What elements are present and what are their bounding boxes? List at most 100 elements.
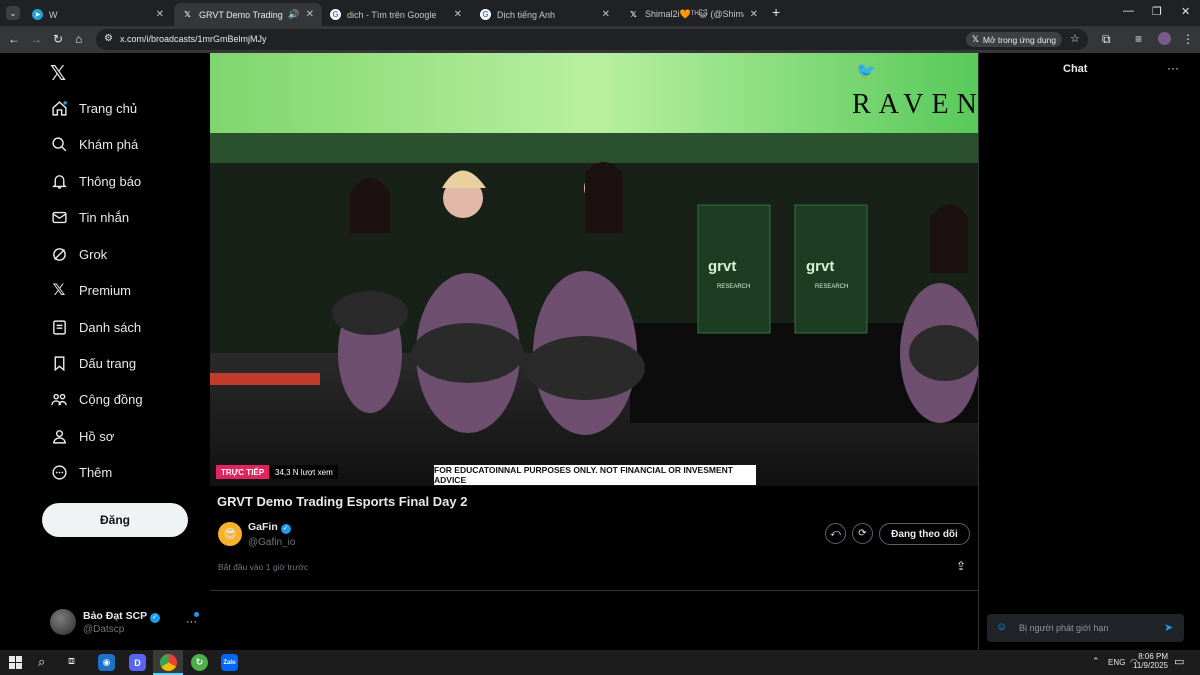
account-switcher[interactable]: Bảo Đạt SCP ✓ @Datscp ··· <box>50 609 210 639</box>
browser-tab-3[interactable]: G dich - Tìm trên Google ✕ <box>322 3 470 26</box>
notification-dot <box>194 612 199 617</box>
notification-center-icon[interactable]: ▭ <box>1174 655 1184 668</box>
tab-title: Dịch tiếng Anh <box>497 9 556 20</box>
more-dots-icon[interactable]: ··· <box>186 616 197 628</box>
nav-more[interactable]: Thêm <box>50 463 112 481</box>
share-icon[interactable]: ⇪ <box>956 559 966 573</box>
home-icon[interactable]: ⌂ <box>75 32 82 46</box>
open-in-app-button[interactable]: 𝕏 Mở trong ứng dụng <box>966 32 1063 47</box>
close-icon[interactable]: ✕ <box>454 9 462 20</box>
banner-sub-1: RESEARCH <box>717 284 751 290</box>
windows-start-icon[interactable] <box>9 656 22 669</box>
nav-communities[interactable]: Cộng đồng <box>50 390 143 408</box>
nav-label: Cộng đồng <box>79 391 143 407</box>
browser-tab-5[interactable]: 𝕏 Shimal2i🧡ᵀᴴ😺 (@Shimal2i_ ✕ <box>620 3 766 26</box>
close-icon[interactable]: ✕ <box>156 9 164 20</box>
list-icon <box>50 318 68 336</box>
clip-button[interactable]: ⤺ <box>825 523 846 544</box>
more-dots-icon[interactable]: ··· <box>1167 61 1179 75</box>
tray-chevron-icon[interactable]: ⌃ <box>1092 656 1100 667</box>
disclaimer-banner: FOR EDUCATOINNAL PURPOSES ONLY. NOT FINA… <box>434 465 756 485</box>
nav-premium[interactable]: 𝕏 Premium <box>50 281 131 299</box>
nav-explore[interactable]: Khám phá <box>50 135 138 153</box>
browser-toolbar: ← → ↻ ⌂ ⚙ x.com/i/broadcasts/1mrGmBelmjM… <box>0 26 1200 53</box>
site-info-icon[interactable]: ⚙ <box>104 33 113 44</box>
x-icon: 𝕏 <box>972 34 979 44</box>
notify-button[interactable]: ⟳ <box>852 523 873 544</box>
app-green-icon[interactable]: ↻ <box>191 654 208 671</box>
menu-icon[interactable]: ⋮ <box>1182 32 1194 46</box>
clip-icon: ⤺ <box>830 528 841 539</box>
media-control-icon[interactable]: ≡ <box>1135 32 1142 46</box>
app-edge-icon[interactable]: ◉ <box>98 654 115 671</box>
x-logo-icon[interactable]: 𝕏 <box>50 61 66 86</box>
task-view-icon[interactable]: ⧈ <box>68 655 75 668</box>
reload-icon[interactable]: ↻ <box>53 32 63 46</box>
nav-bookmarks[interactable]: Dấu trang <box>50 354 136 372</box>
minimize-button[interactable]: — <box>1123 5 1134 17</box>
nav-label: Thông báo <box>79 173 142 189</box>
input-language[interactable]: ENG <box>1108 658 1125 667</box>
nav-notifications[interactable]: Thông báo <box>50 172 141 190</box>
browser-tab-1[interactable]: ➤ W ✕ <box>24 3 172 26</box>
host-name[interactable]: GaFin ✓ <box>248 521 291 534</box>
google-icon: G <box>480 9 491 20</box>
clock-time: 8:06 PM <box>1138 652 1168 661</box>
app-discord-icon[interactable]: D <box>129 654 146 671</box>
send-icon[interactable]: ➤ <box>1164 621 1173 634</box>
x-premium-icon: 𝕏 <box>52 282 66 299</box>
nav-label: Tin nhắn <box>79 209 130 225</box>
forward-icon[interactable]: → <box>30 32 42 46</box>
close-icon[interactable]: ✕ <box>750 9 758 20</box>
started-time: Bắt đầu vào 1 giờ trước <box>218 562 309 572</box>
bell-icon <box>50 172 68 190</box>
back-icon[interactable]: ← <box>8 32 20 46</box>
banner-logo-1: grvt <box>708 258 737 275</box>
x-icon: 𝕏 <box>630 10 637 19</box>
verified-badge-icon: ✓ <box>149 613 160 623</box>
restore-button[interactable]: ❐ <box>1152 5 1162 18</box>
new-tab-button[interactable]: + <box>772 4 780 20</box>
nav-home[interactable]: Trang chủ <box>50 99 137 117</box>
nav-lists[interactable]: Danh sách <box>50 318 141 336</box>
extensions-icon[interactable]: ⧉ <box>1102 32 1111 47</box>
post-button[interactable]: Đăng <box>42 503 188 537</box>
browser-tab-4[interactable]: G Dịch tiếng Anh ✕ <box>472 3 618 26</box>
bookmark-star-icon[interactable]: ☆ <box>1070 32 1080 45</box>
x-icon: 𝕏 <box>184 10 191 19</box>
profile-avatar-icon[interactable] <box>1158 32 1171 45</box>
search-icon[interactable]: ⌕ <box>38 654 45 670</box>
app-chrome-icon[interactable] <box>160 654 177 671</box>
window-close-button[interactable]: ✕ <box>1181 5 1190 18</box>
host-avatar[interactable]: 😎 <box>218 522 242 546</box>
nav-grok[interactable]: Grok <box>50 245 107 263</box>
close-icon[interactable]: ✕ <box>306 9 314 20</box>
url-text[interactable]: x.com/i/broadcasts/1mrGmBelmjMJy <box>120 34 267 44</box>
tab-search-icon[interactable]: ⌄ <box>6 6 20 20</box>
chat-panel: Chat ··· ☺ Bị người phát giới hạn ➤ <box>978 53 1200 650</box>
clock[interactable]: 8:06 PM 11/9/2025 <box>1126 652 1168 670</box>
speaker-icon[interactable]: 🔊 <box>288 9 299 20</box>
nav-messages[interactable]: Tin nhắn <box>50 208 129 226</box>
app-zalo-icon[interactable]: Zalo <box>221 654 238 671</box>
video-player[interactable]: 🐦 RAVEN grvt RESEARCH grvt RESEARCH TRỰC… <box>210 53 978 486</box>
address-bar[interactable]: ⚙ x.com/i/broadcasts/1mrGmBelmjMJy 𝕏 Mở … <box>96 29 1088 50</box>
following-button[interactable]: Đang theo dõi <box>879 523 970 545</box>
host-handle: @Gafin_io <box>248 537 296 548</box>
emoji-icon[interactable]: ☺ <box>996 621 1007 633</box>
nav-label: Grok <box>79 246 108 262</box>
chat-input[interactable]: ☺ Bị người phát giới hạn ➤ <box>987 614 1184 642</box>
mail-icon <box>50 208 68 226</box>
close-icon[interactable]: ✕ <box>602 9 610 20</box>
nav-profile[interactable]: Hồ sơ <box>50 427 114 445</box>
nav-label: Danh sách <box>79 319 142 335</box>
more-circle-icon <box>50 463 68 481</box>
chat-title: Chat <box>1063 63 1088 75</box>
viewer-count: 34,3 N lượt xem <box>270 465 338 479</box>
clock-date: 11/9/2025 <box>1133 661 1168 670</box>
tab-title: GRVT Demo Trading Esports <box>199 9 284 20</box>
nav-label: Khám phá <box>79 136 139 152</box>
browser-tab-2[interactable]: 𝕏 GRVT Demo Trading Esports 🔊 ✕ <box>174 3 322 26</box>
chat-placeholder: Bị người phát giới hạn <box>1019 623 1109 633</box>
account-name: Bảo Đạt SCP ✓ <box>83 610 160 623</box>
